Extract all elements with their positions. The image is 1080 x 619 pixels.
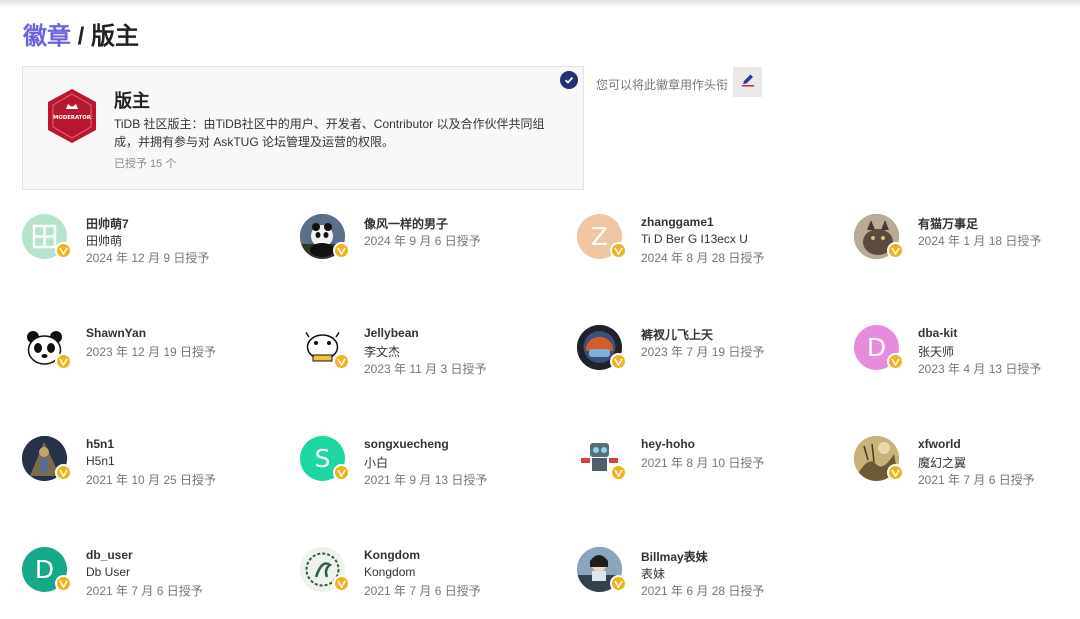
breadcrumb-current: 版主 — [91, 23, 140, 50]
breadcrumb-badges-link[interactable]: 徽章 — [23, 23, 71, 50]
check-icon — [560, 71, 578, 89]
moderator-mini-badge-icon — [55, 353, 72, 370]
grantee-granted-date: 2021 年 10 月 25 日授予 — [86, 473, 217, 487]
grantee-card[interactable]: 有猫万事足 2024 年 1 月 18 日授予 — [854, 214, 1080, 274]
grantee-username[interactable]: hey-hoho — [641, 437, 695, 451]
grantee-username[interactable]: songxuecheng — [364, 437, 449, 451]
grantee-granted-date: 2023 年 12 月 19 日授予 — [86, 345, 217, 359]
grantee-card[interactable]: Zzhanggame1 Ti D Ber G I13ecx U 2024 年 8 月… — [577, 214, 827, 274]
avatar-initial: D — [34, 555, 55, 584]
grantee-username[interactable]: Kongdom — [364, 548, 420, 562]
grantee-username[interactable]: xfworld — [918, 437, 961, 451]
grantee-granted-date: 2024 年 1 月 18 日授予 — [918, 234, 1042, 248]
grantee-granted-date: 2021 年 7 月 6 日授予 — [918, 473, 1035, 487]
moderator-mini-badge-icon — [887, 464, 904, 481]
grantee-full-name: 张天师 — [918, 345, 955, 359]
grantee-granted-date: 2024 年 9 月 6 日授予 — [364, 234, 481, 248]
grantee-card[interactable]: 像风一样的男子 2024 年 9 月 6 日授予 — [300, 214, 550, 274]
grantee-full-name: Kongdom — [364, 565, 416, 579]
grantee-card[interactable]: hey-hoho 2021 年 8 月 10 日授予 — [577, 436, 827, 496]
grantee-card[interactable]: Jellybean 李文杰 2023 年 11 月 3 日授予 — [300, 325, 550, 385]
grantee-full-name: Ti D Ber G I13ecx U — [641, 232, 748, 246]
grantee-granted-date: 2021 年 8 月 10 日授予 — [641, 456, 765, 470]
grantee-card[interactable]: h5n1 H5n1 2021 年 10 月 25 日授予 — [22, 436, 272, 496]
grantee-full-name: 魔幻之翼 — [918, 456, 967, 470]
moderator-mini-badge-icon — [55, 464, 72, 481]
moderator-mini-badge-icon — [55, 242, 72, 259]
moderator-mini-badge-icon — [887, 242, 904, 259]
grantee-card[interactable]: Ddba-kit 张天师 2023 年 4 月 13 日授予 — [854, 325, 1080, 385]
grantee-username[interactable]: h5n1 — [86, 437, 114, 451]
moderator-mini-badge-icon — [333, 353, 350, 370]
moderator-mini-badge-icon — [333, 575, 350, 592]
grantee-username[interactable]: 有猫万事足 — [918, 215, 978, 232]
grantee-card[interactable]: Ddb_user Db User 2021 年 7 月 6 日授予 — [22, 547, 272, 607]
moderator-mini-badge-icon — [887, 353, 904, 370]
grantee-username[interactable]: db_user — [86, 548, 133, 562]
moderator-mini-badge-icon — [333, 464, 350, 481]
grantee-username[interactable]: 裤衩儿飞上天 — [641, 326, 713, 343]
grantee-granted-date: 2024 年 8 月 28 日授予 — [641, 251, 765, 265]
grantee-card[interactable]: Kongdom Kongdom 2021 年 7 月 6 日授予 — [300, 547, 550, 607]
grantee-username[interactable]: 像风一样的男子 — [364, 215, 448, 232]
moderator-mini-badge-icon — [610, 575, 627, 592]
avatar-initial: Z — [590, 222, 609, 251]
grantee-card[interactable]: 裤衩儿飞上天 2023 年 7 月 19 日授予 — [577, 325, 827, 385]
header-shadow — [0, 0, 1080, 8]
grantee-granted-date: 2023 年 4 月 13 日授予 — [918, 362, 1042, 376]
breadcrumb-separator: / — [77, 23, 85, 50]
grantee-card[interactable]: ShawnYan 2023 年 12 月 19 日授予 — [22, 325, 272, 385]
grantee-full-name: 小白 — [364, 456, 389, 470]
grantee-card[interactable]: Ssongxuecheng 小白 2021 年 9 月 13 日授予 — [300, 436, 550, 496]
grantee-full-name: 李文杰 — [364, 345, 401, 359]
grantee-full-name: H5n1 — [86, 454, 115, 468]
avatar-initial: D — [866, 333, 887, 362]
grantee-card[interactable]: Billmay表妹 表妹 2021 年 6 月 28 日授予 — [577, 547, 827, 607]
grantee-full-name: 田帅萌 — [86, 234, 123, 248]
grantee-card[interactable]: xfworld 魔幻之翼 2021 年 7 月 6 日授予 — [854, 436, 1080, 496]
grantee-username[interactable]: Jellybean — [364, 326, 419, 340]
moderator-badge-icon: MODERATOR — [46, 87, 98, 145]
grantee-full-name: 表妹 — [641, 567, 666, 581]
grantee-granted-date: 2021 年 7 月 6 日授予 — [364, 584, 481, 598]
moderator-mini-badge-icon — [610, 242, 627, 259]
grantee-username[interactable]: ShawnYan — [86, 326, 146, 340]
grantee-granted-date: 2023 年 11 月 3 日授予 — [364, 362, 487, 376]
avatar-initial: S — [314, 444, 331, 473]
moderator-mini-badge-icon — [55, 575, 72, 592]
breadcrumb: 徽章 / 版主 — [23, 21, 139, 53]
moderator-mini-badge-icon — [610, 464, 627, 481]
pencil-icon — [741, 73, 755, 92]
use-as-title-button[interactable] — [733, 67, 762, 97]
grantee-full-name: Db User — [86, 565, 131, 579]
grantee-granted-date: 2023 年 7 月 19 日授予 — [641, 345, 765, 359]
grantee-granted-date: 2021 年 6 月 28 日授予 — [641, 584, 765, 598]
moderator-mini-badge-icon — [610, 353, 627, 370]
badge-card: MODERATOR 版主 TiDB 社区版主：由TiDB社区中的用户、开发者、C… — [22, 66, 584, 190]
svg-text:MODERATOR: MODERATOR — [53, 115, 91, 121]
moderator-mini-badge-icon — [333, 242, 350, 259]
badge-granted-count: 已授予 15 个 — [114, 158, 177, 170]
grantee-username[interactable]: Billmay表妹 — [641, 548, 708, 565]
grantee-username[interactable]: dba-kit — [918, 326, 957, 340]
badge-description: TiDB 社区版主：由TiDB社区中的用户、开发者、Contributor 以及… — [114, 117, 545, 149]
avatar-title-hint: 您可以将此徽章用作头衔 — [596, 78, 729, 92]
badge-title: 版主 — [114, 91, 150, 111]
grantee-granted-date: 2024 年 12 月 9 日授予 — [86, 251, 210, 265]
grantee-granted-date: 2021 年 9 月 13 日授予 — [364, 473, 488, 487]
grantee-username[interactable]: zhanggame1 — [641, 215, 714, 229]
grantee-granted-date: 2021 年 7 月 6 日授予 — [86, 584, 203, 598]
grantee-card[interactable]: 田帅萌7 田帅萌 2024 年 12 月 9 日授予 — [22, 214, 272, 274]
grantee-username[interactable]: 田帅萌7 — [86, 215, 129, 232]
